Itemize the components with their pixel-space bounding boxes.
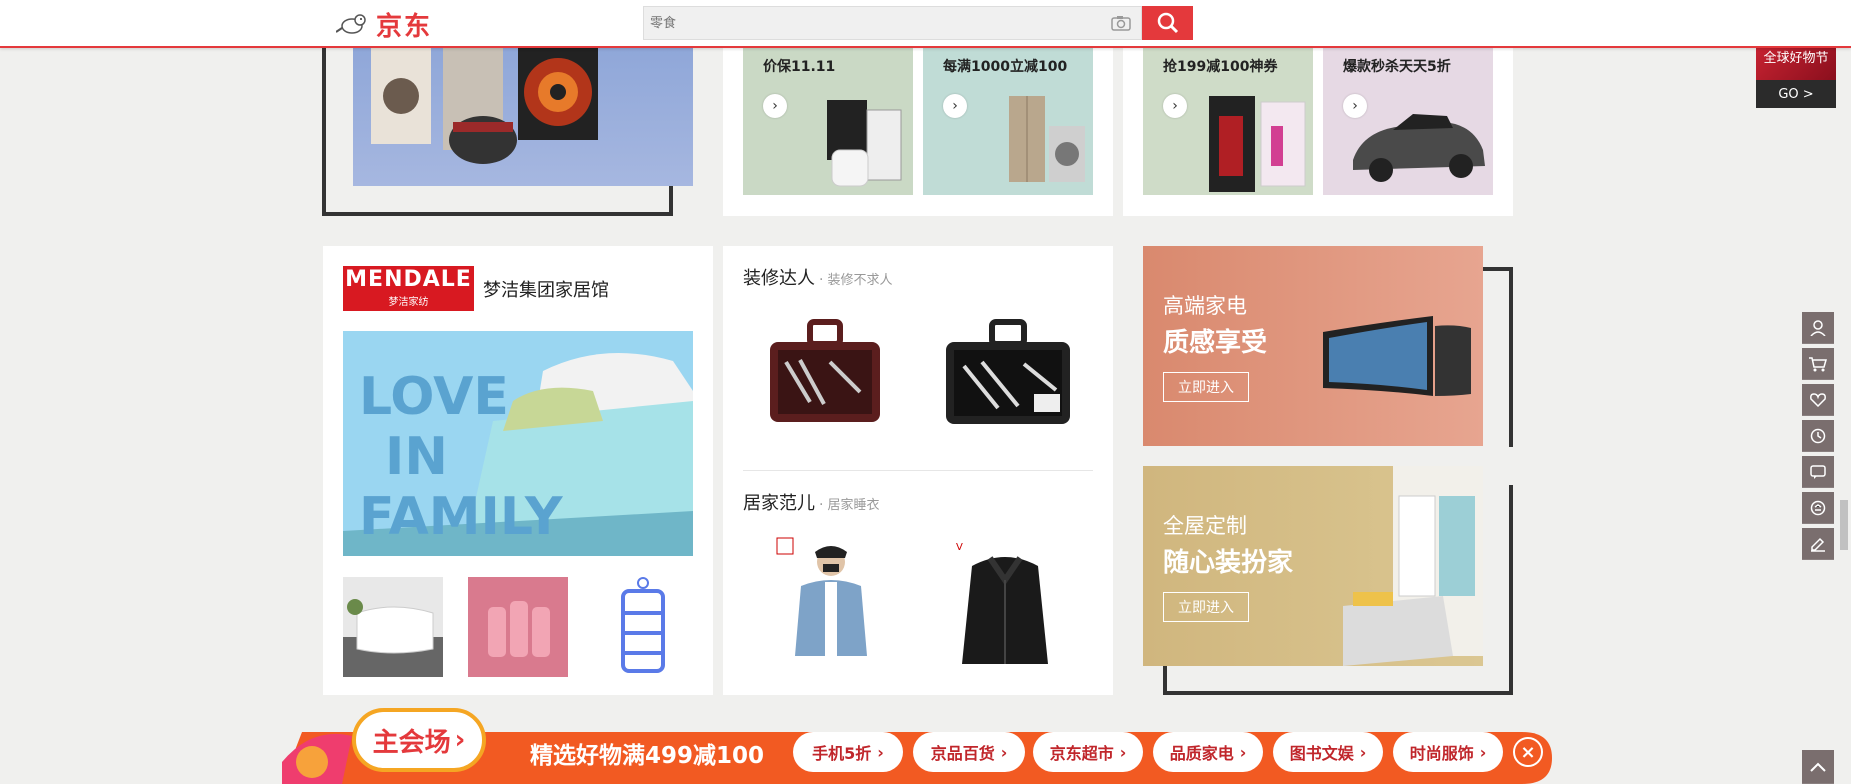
- appliance-image[interactable]: [353, 40, 693, 186]
- chevron-right-icon: ›: [1239, 742, 1247, 762]
- denim-jacket-image[interactable]: [775, 536, 885, 671]
- home-subtitle: 居家睡衣: [827, 498, 880, 513]
- arrow-right-icon[interactable]: ›: [763, 94, 787, 118]
- link-label: 时尚服饰: [1409, 744, 1474, 763]
- top-header: 京东: [0, 0, 1851, 48]
- message-icon[interactable]: [1802, 456, 1834, 488]
- chevron-right-icon: ›: [454, 725, 466, 755]
- chevron-right-icon: ›: [1479, 742, 1487, 762]
- black-jacket-image[interactable]: V: [950, 536, 1060, 671]
- search-box[interactable]: [643, 6, 1142, 40]
- link-label: 手机5折: [812, 744, 872, 763]
- appliance-banner[interactable]: 高端家电 质感享受 立即进入: [1143, 246, 1483, 446]
- chevron-right-icon: ›: [1359, 742, 1367, 762]
- toolkit-black-image[interactable]: [938, 312, 1078, 442]
- edit-icon[interactable]: [1802, 528, 1834, 560]
- promo-title: 抢199减100神券: [1163, 59, 1278, 75]
- link-appliances[interactable]: 品质家电 ›: [1153, 732, 1263, 772]
- mendale-logo-text: MENDALE: [345, 267, 472, 292]
- camera-icon[interactable]: [1111, 15, 1131, 31]
- decor-heading[interactable]: 装修达人 · 装修不求人: [743, 264, 892, 290]
- home-title: 居家范儿: [743, 493, 815, 514]
- hero-text-in: IN: [385, 427, 448, 487]
- user-icon[interactable]: [1802, 312, 1834, 344]
- link-label: 品质家电: [1169, 744, 1234, 763]
- arrow-right-icon[interactable]: ›: [943, 94, 967, 118]
- hanger-thumb[interactable]: [593, 577, 693, 677]
- towel-thumb[interactable]: [468, 577, 568, 677]
- chevron-right-icon: ›: [1000, 742, 1008, 762]
- main-venue-button[interactable]: 主会场 ›: [352, 708, 486, 772]
- custom-home-banner[interactable]: 全屋定制 随心装扮家 立即进入: [1143, 466, 1483, 666]
- dot-separator: ·: [819, 497, 824, 513]
- link-books[interactable]: 图书文娱 ›: [1273, 732, 1383, 772]
- promo-tile-coupon[interactable]: 抢199减100神券 ›: [1143, 40, 1313, 195]
- service-icon[interactable]: [1802, 492, 1834, 524]
- link-phones[interactable]: 手机5折 ›: [793, 732, 903, 772]
- home-heading[interactable]: 居家范儿 · 居家睡衣: [743, 489, 879, 515]
- chevron-right-icon: ›: [1119, 742, 1127, 762]
- banner-line2: 质感享受: [1163, 328, 1268, 358]
- promo-title: 每满1000立减100: [943, 59, 1068, 75]
- search-input[interactable]: [644, 7, 1084, 39]
- mendale-logo-sub: 梦洁家纺: [388, 297, 429, 308]
- headline-text[interactable]: 精选好物满499减100: [530, 736, 764, 770]
- pillow-thumb[interactable]: [343, 577, 443, 677]
- mendale-logo[interactable]: MENDALE 梦洁家纺: [343, 266, 474, 311]
- enter-button[interactable]: 立即进入: [1163, 592, 1249, 622]
- search-icon: [1157, 12, 1178, 34]
- cart-icon[interactable]: [1802, 348, 1834, 380]
- link-supermarket[interactable]: 京东超市 ›: [1033, 732, 1143, 772]
- promo-title: 价保11.11: [763, 59, 836, 75]
- scrollbar-thumb[interactable]: [1840, 500, 1848, 550]
- link-label: 京东超市: [1049, 744, 1114, 763]
- promo-tile-price-protect[interactable]: 价保11.11 ›: [743, 40, 913, 195]
- jd-logo-text: 京东: [376, 11, 433, 42]
- jd-dog-icon: [335, 8, 376, 40]
- decor-title: 装修达人: [743, 268, 815, 289]
- jd-logo[interactable]: 京东: [335, 6, 456, 42]
- promo-tile-discount[interactable]: 每满1000立减100 ›: [923, 40, 1093, 195]
- link-fashion[interactable]: 时尚服饰 ›: [1393, 732, 1503, 772]
- arrow-right-icon[interactable]: ›: [1163, 94, 1187, 118]
- toolkit-red-image[interactable]: [760, 312, 890, 442]
- hero-text-love: LOVE: [359, 367, 509, 427]
- link-label: 京品百货: [930, 744, 995, 763]
- back-to-top-icon[interactable]: [1802, 750, 1834, 784]
- link-label: 图书文娱: [1289, 744, 1354, 763]
- history-icon[interactable]: [1802, 420, 1834, 452]
- badge-go-button[interactable]: GO >: [1756, 80, 1836, 108]
- link-department[interactable]: 京品百货 ›: [913, 732, 1025, 772]
- promo-tile-flash-sale[interactable]: 爆款秒杀天天5折 ›: [1323, 40, 1493, 195]
- chevron-right-icon: ›: [877, 742, 884, 762]
- banner-line2: 随心装扮家: [1163, 548, 1294, 578]
- banner-line1: 全屋定制: [1163, 514, 1247, 538]
- decor-subtitle: 装修不求人: [827, 273, 893, 288]
- brand-store-title[interactable]: 梦洁集团家居馆: [483, 276, 609, 302]
- enter-button[interactable]: 立即进入: [1163, 372, 1249, 402]
- promo-title: 爆款秒杀天天5折: [1343, 59, 1451, 75]
- svg-text:V: V: [956, 542, 963, 553]
- bedding-hero-image[interactable]: LOVE IN FAMILY: [343, 331, 693, 556]
- heart-icon[interactable]: [1802, 384, 1834, 416]
- search-button[interactable]: [1142, 6, 1193, 40]
- banner-line1: 高端家电: [1163, 294, 1247, 318]
- dot-separator: ·: [819, 272, 824, 288]
- badge-title: 全球好物节: [1763, 50, 1829, 66]
- close-icon[interactable]: ×: [1513, 737, 1543, 767]
- hero-text-family: FAMILY: [359, 487, 563, 547]
- section-divider: [743, 470, 1093, 471]
- main-venue-label: 主会场: [372, 727, 451, 758]
